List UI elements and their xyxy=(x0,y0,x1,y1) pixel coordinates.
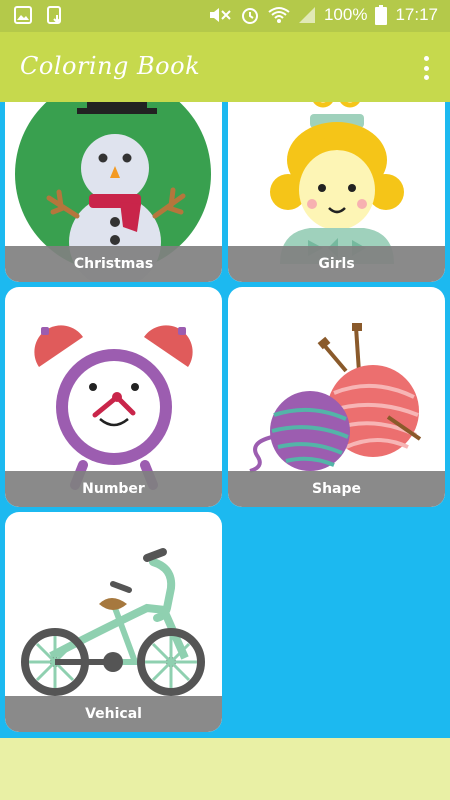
wifi-icon xyxy=(268,7,290,23)
status-bar: 100% 17:17 xyxy=(0,0,450,32)
category-label: Christmas xyxy=(73,256,154,272)
overflow-menu-icon[interactable] xyxy=(414,54,438,82)
clock-time: 17:17 xyxy=(395,5,438,24)
category-grid: Christmas Girls Number Shape Vehical xyxy=(0,102,450,738)
category-label-bar: Christmas xyxy=(5,246,222,282)
category-label-bar: Shape xyxy=(228,471,445,507)
category-label: Vehical xyxy=(85,706,142,722)
alarm-icon xyxy=(241,8,258,24)
battery-percent: 100% xyxy=(323,5,368,24)
category-card-vehical[interactable]: Vehical xyxy=(5,512,222,732)
category-label-bar: Vehical xyxy=(5,696,222,732)
category-label: Girls xyxy=(318,256,355,272)
category-label: Shape xyxy=(311,481,361,497)
category-card-girls[interactable]: Girls xyxy=(228,102,445,282)
image-icon xyxy=(14,6,32,24)
battery-icon xyxy=(375,5,388,25)
category-label: Number xyxy=(82,481,145,497)
category-card-number[interactable]: Number xyxy=(5,287,222,507)
category-label-bar: Number xyxy=(5,471,222,507)
app-title: Coloring Book xyxy=(20,52,201,80)
category-card-shape[interactable]: Shape xyxy=(228,287,445,507)
mute-icon xyxy=(209,8,231,22)
download-icon xyxy=(47,6,61,24)
signal-icon xyxy=(298,7,315,23)
category-card-christmas[interactable]: Christmas xyxy=(5,102,222,282)
app-bar: Coloring Book xyxy=(0,32,450,102)
bottom-area xyxy=(0,738,450,800)
category-label-bar: Girls xyxy=(228,246,445,282)
